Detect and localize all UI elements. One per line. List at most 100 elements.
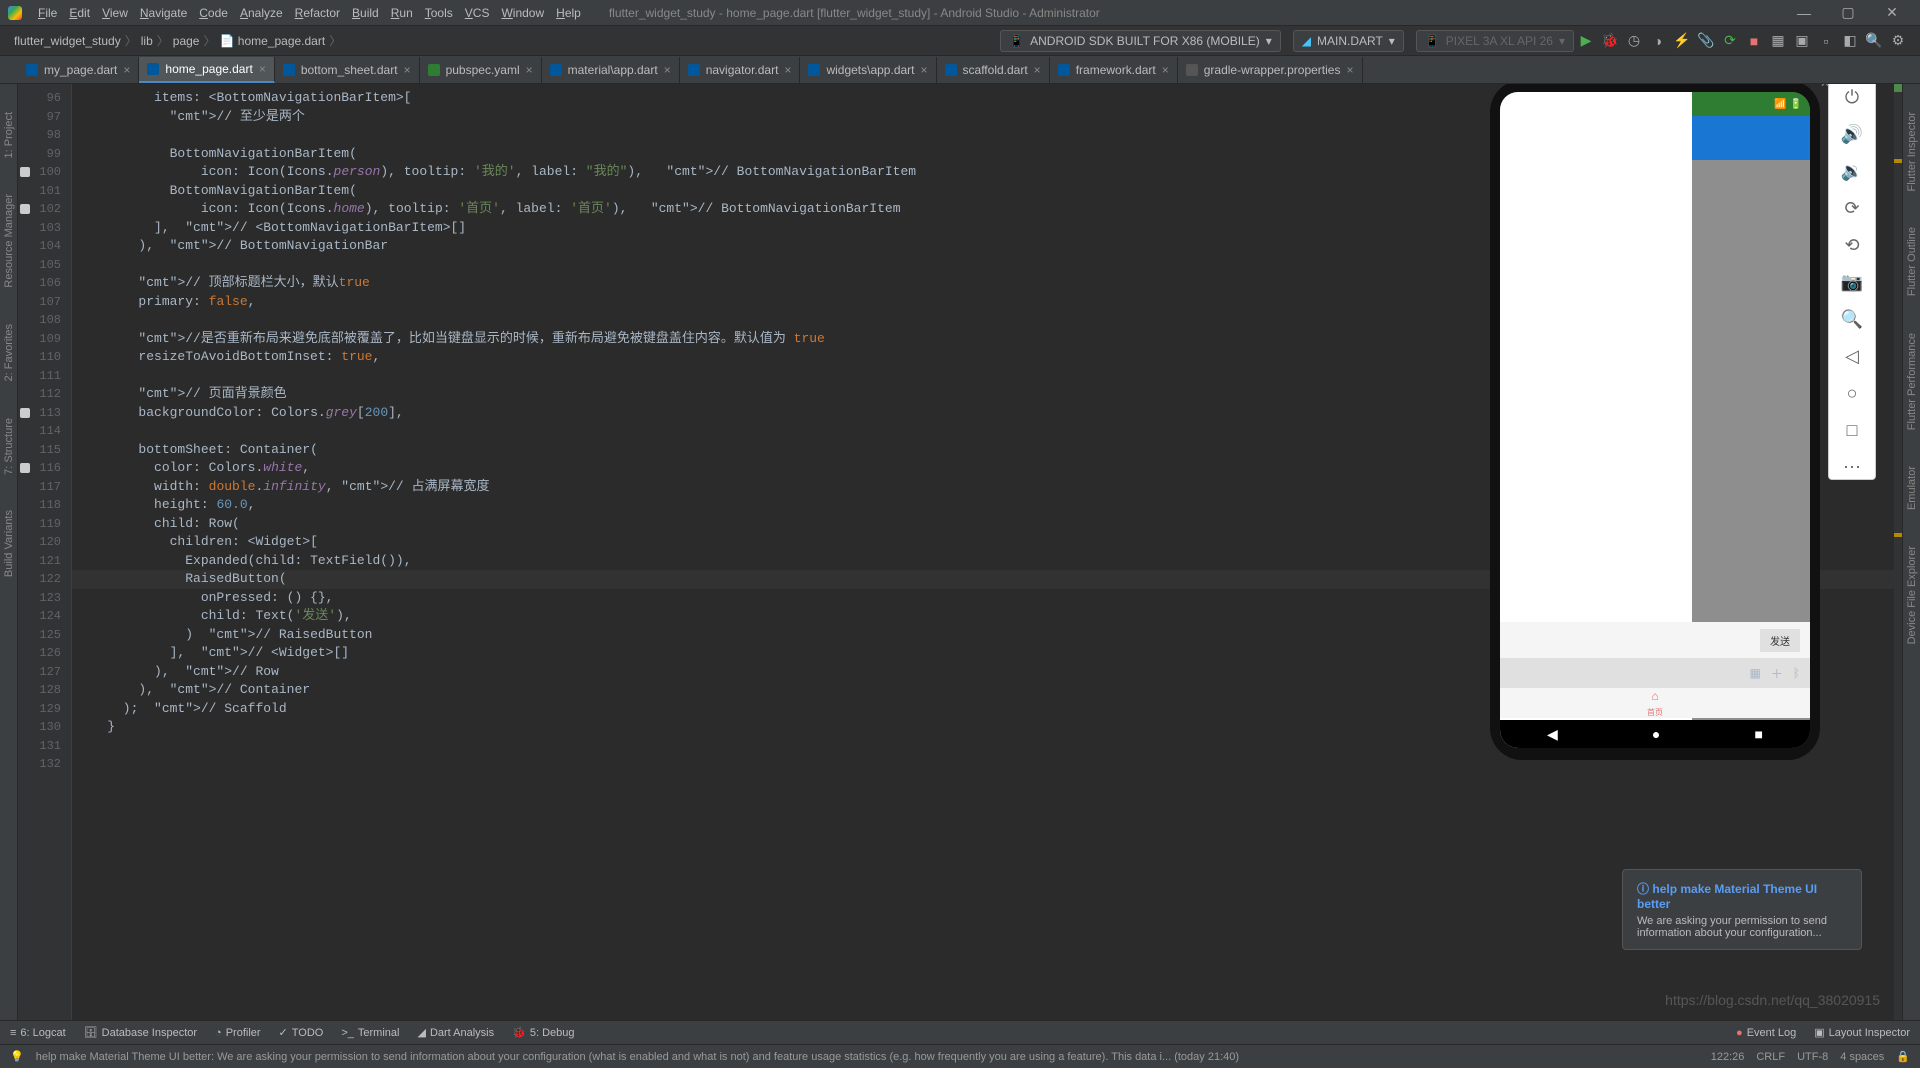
menu-analyze[interactable]: Analyze [234,3,289,23]
tool-panel-tab[interactable]: Device File Explorer [1906,538,1918,652]
devtools-grid-icon[interactable]: ▦ [1768,32,1788,49]
bottom-tool-tab[interactable]: 🗄Database Inspector [84,1026,197,1039]
menu-refactor[interactable]: Refactor [289,3,346,23]
editor-tab[interactable]: material\app.dart× [542,57,680,83]
editor-tab[interactable]: pubspec.yaml× [420,57,542,83]
back-icon[interactable]: ◀ [1547,726,1558,743]
tool-panel-tab[interactable]: Emulator [1906,458,1918,518]
emu-overview-icon[interactable]: □ [1847,420,1858,441]
bottom-tool-tab[interactable]: ◔Profiler [215,1027,261,1039]
bottom-nav[interactable]: ⌂ 首页 [1500,688,1810,718]
emu-vol-up-icon[interactable]: 🔊 [1841,124,1863,145]
menu-build[interactable]: Build [346,3,385,23]
run-icon[interactable]: ▶ [1576,32,1596,49]
editor-tab[interactable]: gradle-wrapper.properties× [1178,57,1363,83]
emu-camera-icon[interactable]: 📷 [1841,272,1863,293]
tool-panel-tab[interactable]: Flutter Performance [1906,325,1918,438]
tool-panel-tab[interactable]: 7: Structure [3,410,15,483]
editor-tab[interactable]: scaffold.dart× [937,57,1050,83]
menu-navigate[interactable]: Navigate [134,3,193,23]
event-log-tab[interactable]: ●Event Log [1736,1027,1796,1039]
sdk-manager-icon[interactable]: ▫ [1816,33,1836,49]
profile-icon[interactable]: ◑ [1648,33,1668,49]
right-tool-strip[interactable]: Flutter InspectorFlutter OutlineFlutter … [1902,84,1920,1020]
menu-view[interactable]: View [96,3,134,23]
maximize-icon[interactable]: ▢ [1828,4,1868,21]
debug-icon[interactable]: 🐞 [1600,32,1620,49]
editor-tab[interactable]: my_page.dart× [18,57,139,83]
bulb-icon[interactable]: 💡 [10,1050,24,1063]
close-icon[interactable]: × [526,63,533,77]
bottom-tool-tab[interactable]: ✓TODO [279,1026,324,1039]
settings-icon[interactable]: ⚙ [1888,32,1908,49]
notification-balloon[interactable]: ⓘ help make Material Theme UI better We … [1622,869,1862,950]
home-circle-icon[interactable]: ● [1652,726,1660,742]
bluetooth-icon[interactable]: ᛒ [1793,666,1800,680]
tool-panel-tab[interactable]: 1: Project [3,104,15,166]
editor-tab[interactable]: bottom_sheet.dart× [275,57,420,83]
editor-tab[interactable]: home_page.dart× [139,57,274,83]
coverage-icon[interactable]: ◷ [1624,32,1644,49]
restart-icon[interactable]: ⟳ [1720,32,1740,49]
bottom-tool-tab[interactable]: ◢Dart Analysis [417,1026,494,1039]
menu-code[interactable]: Code [193,3,234,23]
emu-power-icon[interactable]: ⏻ [1845,87,1859,108]
avd-manager-icon[interactable]: ▣ [1792,32,1812,49]
error-stripe[interactable] [1894,84,1902,1020]
tool-panel-tab[interactable]: Flutter Outline [1906,219,1918,304]
menu-run[interactable]: Run [385,3,419,23]
close-icon[interactable]: × [1346,63,1353,77]
close-icon[interactable]: ✕ [1872,4,1912,21]
phone-screen[interactable]: ◯ ◉📶 🔋 发送 ▦ ＋ ᛒ ⌂ [1500,92,1810,748]
tool-panel-tab[interactable]: Resource Manager [3,186,15,296]
minimize-icon[interactable]: — [1784,5,1824,21]
emu-rotate-left-icon[interactable]: ⟳ [1844,198,1859,219]
editor-tab[interactable]: framework.dart× [1050,57,1178,83]
android-navbar[interactable]: ◀ ● ■ [1500,720,1810,748]
emu-home-icon[interactable]: ○ [1847,383,1858,404]
close-icon[interactable]: × [259,62,266,76]
hot-reload-icon[interactable]: ⚡ [1672,32,1692,49]
emu-more-icon[interactable]: ⋯ [1843,457,1861,478]
device-selector[interactable]: 📱 ANDROID SDK BUILT FOR X86 (MOBILE) ▾ [1000,30,1281,52]
emu-rotate-right-icon[interactable]: ⟲ [1844,235,1859,256]
menu-edit[interactable]: Edit [63,3,96,23]
close-icon[interactable]: × [664,63,671,77]
apps-icon[interactable]: ▦ [1749,666,1760,680]
bottom-tool-tab[interactable]: 🐞5: Debug [512,1026,574,1039]
send-button[interactable]: 发送 [1760,629,1800,652]
close-icon[interactable]: × [921,63,928,77]
emu-back-icon[interactable]: ◁ [1845,346,1859,367]
indent[interactable]: 4 spaces [1840,1051,1884,1063]
memory-indicator[interactable]: 🔒 [1896,1050,1910,1063]
menu-window[interactable]: Window [495,3,550,23]
search-icon[interactable]: 🔍 [1864,32,1884,49]
stop-icon[interactable]: ■ [1744,33,1764,49]
editor-tab[interactable]: navigator.dart× [680,57,801,83]
breadcrumb-item[interactable]: flutter_widget_study [10,34,125,48]
emulator-selector[interactable]: 📱 PIXEL 3A XL API 26 ▾ [1416,30,1574,52]
emu-zoom-icon[interactable]: 🔍 [1841,309,1863,330]
encoding[interactable]: UTF-8 [1797,1051,1828,1063]
close-icon[interactable]: × [404,63,411,77]
attach-icon[interactable]: 📎 [1696,32,1716,49]
editor-tab[interactable]: widgets\app.dart× [800,57,936,83]
resource-icon[interactable]: ◧ [1840,32,1860,49]
menu-vcs[interactable]: VCS [459,3,496,23]
close-icon[interactable]: × [1034,63,1041,77]
breadcrumb-item[interactable]: 📄 home_page.dart [216,34,330,48]
menu-help[interactable]: Help [550,3,587,23]
close-icon[interactable]: × [123,63,130,77]
breadcrumb-item[interactable]: page [169,34,204,48]
tool-panel-tab[interactable]: 2: Favorites [3,316,15,389]
close-icon[interactable]: × [1162,63,1169,77]
run-config-selector[interactable]: ◢ MAIN.DART ▾ [1293,30,1404,52]
menu-tools[interactable]: Tools [419,3,459,23]
line-separator[interactable]: CRLF [1756,1051,1785,1063]
home-icon[interactable]: ⌂ [1651,689,1658,703]
emu-vol-down-icon[interactable]: 🔉 [1841,161,1863,182]
left-tool-strip[interactable]: 1: Project Resource Manager 2: Favorites 7:… [0,84,18,1020]
recents-icon[interactable]: ■ [1754,726,1762,742]
close-icon[interactable]: × [784,63,791,77]
layout-inspector-tab[interactable]: ▣Layout Inspector [1814,1026,1910,1039]
